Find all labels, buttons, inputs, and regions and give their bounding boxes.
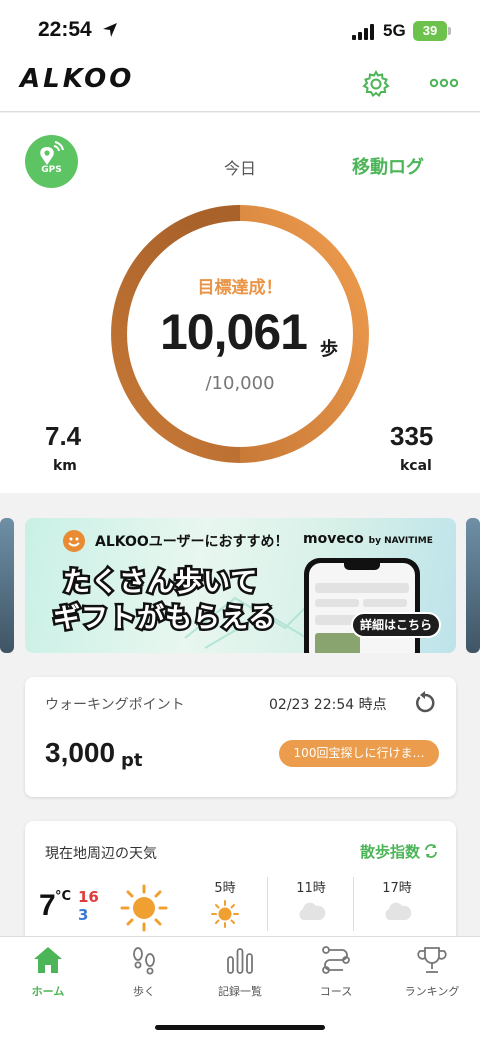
walk-index-link[interactable]: 散歩指数 <box>360 841 420 862</box>
tab-label: 歩く <box>133 985 155 998</box>
tab-home[interactable]: ホーム <box>0 945 96 999</box>
current-temperature: 7 <box>39 889 56 922</box>
phone-mockup <box>304 558 420 653</box>
period-label: 今日 <box>223 159 256 178</box>
app-logo: ALKOO <box>20 64 135 94</box>
distance-unit: km <box>53 458 77 474</box>
treasure-hunt-button[interactable]: 100回宝探しに行けま… <box>279 740 439 767</box>
forecast-hour: 11時 <box>268 877 354 926</box>
bar-chart-icon <box>227 948 253 974</box>
tab-bar: ホーム 歩く 記録一覧 コース ランキング <box>0 936 480 1039</box>
brand-name: moveco <box>303 531 364 547</box>
battery-indicator: 39 <box>413 21 447 41</box>
footprints-icon <box>133 947 155 975</box>
home-icon <box>34 947 62 973</box>
weather-label: 現在地周辺の天気 <box>45 846 157 862</box>
points-label: ウォーキングポイント <box>45 697 185 713</box>
tab-label: コース <box>319 985 353 998</box>
tab-label: ランキング <box>404 985 460 998</box>
sun-icon <box>120 884 168 932</box>
tab-label: 記録一覧 <box>218 985 262 998</box>
forecast-time: 11時 <box>296 881 326 896</box>
points-unit: pt <box>121 750 143 771</box>
sun-icon <box>211 900 239 928</box>
tab-ranking[interactable]: ランキング <box>384 945 480 999</box>
temperature-unit: °C <box>55 889 72 904</box>
signal-icon <box>352 24 374 40</box>
step-unit: 歩 <box>320 339 338 360</box>
distance-value: 7.4 <box>45 421 82 451</box>
app-header: ALKOO <box>0 62 480 112</box>
brand-by: by NAVITIME <box>368 536 433 546</box>
home-indicator <box>155 1025 325 1030</box>
move-log-link[interactable]: 移動ログ <box>352 153 424 179</box>
low-temperature: 3 <box>78 906 89 924</box>
carousel-prev-card[interactable] <box>0 518 14 653</box>
detail-button[interactable]: 詳細はこちら <box>351 612 441 638</box>
battery-tip <box>448 27 451 35</box>
cloud-icon <box>385 902 412 920</box>
refresh-icon[interactable] <box>413 691 437 715</box>
carousel-next-card[interactable] <box>466 518 480 653</box>
banner-brand: moveco by NAVITIME <box>303 531 433 547</box>
smile-icon <box>63 530 85 552</box>
more-icon[interactable] <box>430 78 458 88</box>
forecast-time: 17時 <box>382 881 412 896</box>
cloud-icon <box>299 902 326 920</box>
gps-button[interactable]: GPS <box>25 135 78 188</box>
forecast-time: 5時 <box>214 881 236 896</box>
tab-label: ホーム <box>31 985 65 998</box>
step-summary: GPS 今日 移動ログ 目標達成！ 10,061 歩 /10,000 7.4 k… <box>0 113 480 493</box>
step-goal: /10,000 <box>205 373 275 394</box>
high-temperature: 16 <box>78 888 99 906</box>
step-count: 10,061 <box>160 304 308 360</box>
calories-unit: kcal <box>400 458 432 474</box>
location-arrow-icon <box>103 23 117 37</box>
banner-headline-1: たくさん歩いて <box>60 565 259 601</box>
phone-screen <box>309 563 415 653</box>
sync-icon[interactable] <box>423 843 439 859</box>
trophy-icon <box>417 947 447 973</box>
route-icon <box>322 946 350 974</box>
forecast-hour: 17時 <box>354 877 440 926</box>
banner-headline-2: ギフトがもらえる <box>50 601 277 637</box>
tab-walk[interactable]: 歩く <box>96 945 192 999</box>
points-timestamp: 02/23 22:54 時点 <box>269 697 387 713</box>
walking-points-card: ウォーキングポイント 02/23 22:54 時点 3,000 pt 100回宝… <box>25 677 456 797</box>
tab-records[interactable]: 記録一覧 <box>192 945 288 999</box>
network-type: 5G <box>383 21 406 40</box>
calories-value: 335 <box>390 421 434 451</box>
promo-banner[interactable]: ALKOOユーザーにおすすめ！ moveco by NAVITIME たくさん歩… <box>25 518 456 653</box>
status-time: 22:54 <box>38 18 92 41</box>
goal-status: 目標達成！ <box>197 278 283 298</box>
banner-title: ALKOOユーザーにおすすめ！ <box>95 534 289 550</box>
tab-course[interactable]: コース <box>288 945 384 999</box>
forecast-hour: 5時 <box>182 877 268 932</box>
gps-label: GPS <box>41 165 62 175</box>
gear-icon[interactable] <box>362 70 390 98</box>
points-value: 3,000 <box>45 737 116 768</box>
status-bar: 22:54 5G 39 <box>0 0 480 62</box>
